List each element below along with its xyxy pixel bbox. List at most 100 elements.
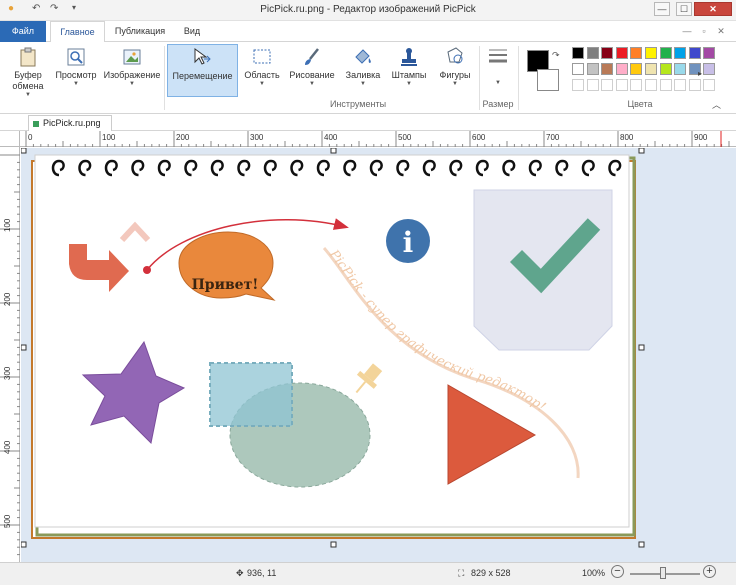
palette-swatch[interactable]: [586, 63, 599, 75]
palette-swatch[interactable]: [645, 47, 657, 59]
maximize-button[interactable]: ☐: [676, 2, 692, 16]
collapse-ribbon-icon[interactable]: ︿: [712, 98, 721, 111]
palette-swatch[interactable]: [572, 63, 584, 75]
resize-handle-ml[interactable]: [21, 344, 27, 351]
palette-swatch[interactable]: [572, 47, 584, 59]
resize-handle-tm[interactable]: [330, 148, 337, 154]
palette-swatch[interactable]: [615, 63, 628, 75]
ruler-label: 500: [398, 133, 412, 142]
resize-handle-mr[interactable]: [638, 344, 645, 351]
ruler-label: 600: [472, 133, 486, 142]
chevron-down-icon: ▼: [309, 81, 315, 87]
vertical-ruler: 100 200 300 400 500: [0, 147, 20, 562]
palette-empty-swatch[interactable]: [688, 79, 701, 91]
tab-file[interactable]: Файл: [0, 21, 46, 42]
resize-handle-tr[interactable]: [638, 148, 645, 154]
resize-handle-bl[interactable]: [21, 541, 27, 548]
palette-empty-swatch[interactable]: [645, 79, 657, 91]
image-file-icon: [33, 120, 39, 127]
title-bar: ● ↶ ↷ ▾ PicPick.ru.png - Редактор изобра…: [0, 0, 736, 21]
palette-empty-swatch[interactable]: [659, 79, 672, 91]
stamps-tool-button[interactable]: Штампы ▼: [387, 44, 431, 98]
palette-swatch[interactable]: [615, 47, 628, 59]
swap-colors-icon[interactable]: ↷: [552, 50, 560, 61]
image-size: 829 x 528: [471, 568, 511, 578]
ruler-label: 700: [546, 133, 560, 142]
ruler-label: 0: [28, 133, 33, 142]
palette-swatch[interactable]: [674, 63, 687, 75]
palette-empty-swatch[interactable]: [601, 79, 614, 91]
tab-home[interactable]: Главное: [50, 21, 105, 43]
image-button[interactable]: Изображение ▼: [102, 44, 162, 98]
tab-view[interactable]: Вид: [174, 21, 210, 42]
move-tool-button[interactable]: Перемещение: [167, 44, 238, 97]
shapes-icon: [447, 47, 463, 64]
image-canvas[interactable]: Привет! i PicPick - супер графический ре…: [21, 148, 736, 562]
shapes-tool-button[interactable]: Фигуры ▼: [435, 44, 475, 98]
resize-handle-br[interactable]: [638, 541, 645, 548]
info-icon-letter: i: [403, 226, 414, 259]
ribbon-tab-bar: Файл Главное Публикация Вид — ▫ ✕: [0, 21, 736, 43]
palette-empty-swatch[interactable]: [615, 79, 628, 91]
ruler-label: 800: [620, 133, 634, 142]
stamps-label: Штампы: [391, 70, 427, 80]
chevron-down-icon: ▼: [360, 81, 366, 87]
palette-swatch[interactable]: [630, 47, 643, 59]
document-tab[interactable]: PicPick.ru.png: [28, 115, 112, 131]
palette-more-icon[interactable]: ▸: [698, 69, 702, 78]
zoom-level: 100%: [582, 568, 606, 578]
palette-swatch[interactable]: [586, 47, 599, 59]
chevron-down-icon: ▼: [73, 81, 79, 87]
horizontal-ruler-ticks: 0 100 200 300 400 500 600 700 800 900: [25, 131, 730, 147]
clipboard-label: Буфер обмена: [12, 70, 44, 91]
cursor-move-icon: ✥: [236, 568, 244, 578]
zoom-in-button[interactable]: +: [703, 565, 716, 578]
palette-empty-swatch[interactable]: [572, 79, 584, 91]
zoom-slider-thumb[interactable]: [660, 567, 666, 579]
palette-empty-swatch[interactable]: [586, 79, 599, 91]
ribbon-restore-icon[interactable]: ▫: [697, 21, 711, 42]
fill-tool-button[interactable]: Заливка ▼: [342, 44, 384, 98]
ruler-label: 300: [3, 366, 12, 380]
document-tab-label: PicPick.ru.png: [43, 118, 101, 128]
area-tool-button[interactable]: Область ▼: [242, 44, 282, 98]
ribbon-close-icon[interactable]: ✕: [714, 21, 728, 42]
size-button[interactable]: ▼: [483, 44, 513, 98]
fill-label: Заливка: [345, 70, 381, 80]
palette-swatch[interactable]: [645, 63, 657, 75]
tab-publish[interactable]: Публикация: [108, 21, 172, 42]
minimize-button[interactable]: —: [654, 2, 670, 16]
zoom-out-button[interactable]: −: [611, 565, 624, 578]
secondary-color-swatch[interactable]: [537, 69, 559, 91]
resize-handle-bm[interactable]: [330, 541, 337, 548]
clipboard-button[interactable]: Буфер обмена ▼: [6, 44, 50, 98]
palette-swatch[interactable]: [674, 47, 687, 59]
palette-swatch[interactable]: [601, 47, 614, 59]
ruler-corner: [0, 131, 20, 147]
palette-swatch[interactable]: [659, 47, 672, 59]
chevron-down-icon: ▼: [259, 81, 265, 87]
palette-swatch[interactable]: [703, 47, 716, 59]
view-button[interactable]: Просмотр ▼: [52, 44, 100, 98]
palette-swatch[interactable]: [659, 63, 672, 75]
palette-empty-swatch[interactable]: [674, 79, 687, 91]
arrow-start-dot: [143, 266, 151, 274]
selection-area-icon: [253, 49, 271, 64]
palette-swatch[interactable]: [601, 63, 614, 75]
palette-empty-swatch[interactable]: [703, 79, 716, 91]
draw-label: Рисование: [289, 70, 335, 80]
ribbon-minimize-icon[interactable]: —: [680, 21, 694, 42]
chevron-down-icon: ▼: [25, 92, 31, 98]
close-button[interactable]: ✕: [694, 2, 732, 16]
resize-handle-tl[interactable]: [21, 148, 27, 154]
view-label: Просмотр: [55, 70, 97, 80]
draw-tool-button[interactable]: Рисование ▼: [287, 44, 337, 98]
chevron-down-icon: ▼: [406, 81, 412, 87]
palette-swatch[interactable]: [688, 47, 701, 59]
palette-swatch[interactable]: [703, 63, 716, 75]
ruler-label: 100: [3, 218, 12, 232]
canvas-workspace[interactable]: Привет! i PicPick - супер графический ре…: [21, 148, 736, 562]
palette-empty-swatch[interactable]: [630, 79, 643, 91]
palette-swatch[interactable]: [630, 63, 643, 75]
document-tab-bar: PicPick.ru.png: [0, 114, 736, 131]
